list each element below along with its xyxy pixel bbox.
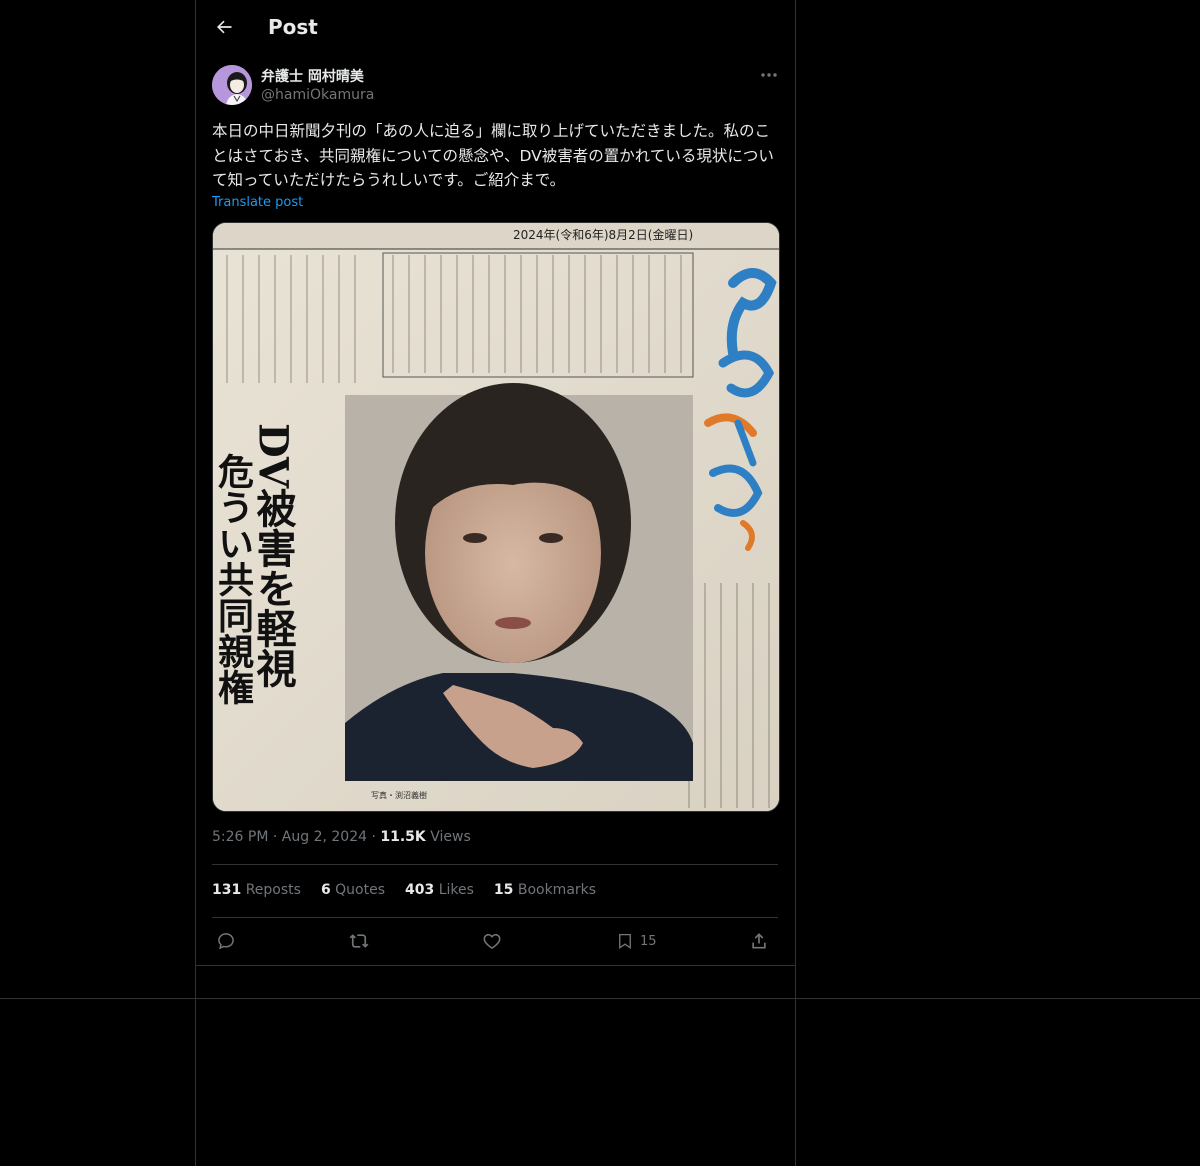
bookmarks-stat[interactable]: 15 Bookmarks xyxy=(494,882,596,898)
back-button[interactable] xyxy=(208,11,240,43)
post-stats: 131 Reposts 6 Quotes 403 Likes 15 Bookma… xyxy=(212,882,596,898)
reply-button[interactable] xyxy=(216,930,236,952)
share-button[interactable] xyxy=(749,930,769,952)
author-handle[interactable]: @hamiOkamura xyxy=(261,87,374,103)
stats-divider-top xyxy=(212,864,778,865)
newspaper-date: 2024年(令和6年)8月2日(金曜日) xyxy=(513,227,693,242)
arrow-left-icon xyxy=(217,20,232,34)
post-text: 本日の中日新聞夕刊の「あの人に迫る」欄に取り上げていただきました。私のことはさて… xyxy=(212,122,774,189)
post-image[interactable]: DV被害を軽視 危うい共同親権 2024年(令和6年)8月2日(金曜日) 写真・… xyxy=(212,222,780,812)
stats-divider-bottom xyxy=(212,917,778,918)
bookmark-button[interactable]: 15 xyxy=(616,930,657,952)
repost-icon xyxy=(349,934,369,948)
views-label: Views xyxy=(430,829,471,845)
views-count: 11.5K xyxy=(380,829,426,845)
like-button[interactable] xyxy=(482,930,502,952)
repost-button[interactable] xyxy=(348,930,370,952)
headline-sub: 危うい共同親権 xyxy=(213,453,254,705)
header: Post xyxy=(196,0,795,54)
meta-separator-2: · xyxy=(371,829,376,845)
reply-icon xyxy=(218,933,234,950)
more-options-button[interactable] xyxy=(756,64,782,86)
likes-stat[interactable]: 403 Likes xyxy=(405,882,474,898)
quotes-stat[interactable]: 6 Quotes xyxy=(321,882,385,898)
meta-separator: · xyxy=(272,829,278,845)
translate-post-link[interactable]: Translate post xyxy=(212,195,303,210)
action-bar: 15 xyxy=(212,926,778,956)
headline-main: DV被害を軽視 xyxy=(250,423,297,688)
post-column: Post 弁護士 岡村晴美 @hamiOkamura 本日の中日新聞夕刊の「あの… xyxy=(195,0,796,1166)
share-icon xyxy=(752,933,766,949)
reposts-stat[interactable]: 131 Reposts xyxy=(212,882,301,898)
page-title: Post xyxy=(268,15,318,39)
heart-icon xyxy=(483,933,501,949)
avatar-illustration xyxy=(212,65,252,105)
avatar[interactable] xyxy=(212,65,252,105)
post-date[interactable]: Aug 2, 2024 xyxy=(282,829,367,845)
page: Post 弁護士 岡村晴美 @hamiOkamura 本日の中日新聞夕刊の「あの… xyxy=(0,0,1200,1166)
post-meta: 5:26 PM · Aug 2, 2024 · 11.5K Views xyxy=(212,829,471,845)
more-icon xyxy=(761,73,777,77)
photo-credit: 写真・渕沼義樹 xyxy=(371,790,427,800)
bookmark-icon xyxy=(619,933,631,950)
bookmark-count: 15 xyxy=(640,933,657,949)
author-display-name[interactable]: 弁護士 岡村晴美 xyxy=(261,66,364,86)
post-time[interactable]: 5:26 PM xyxy=(212,829,268,845)
newspaper-photo: DV被害を軽視 危うい共同親権 2024年(令和6年)8月2日(金曜日) 写真・… xyxy=(213,223,779,811)
post-bottom-divider xyxy=(196,965,795,966)
